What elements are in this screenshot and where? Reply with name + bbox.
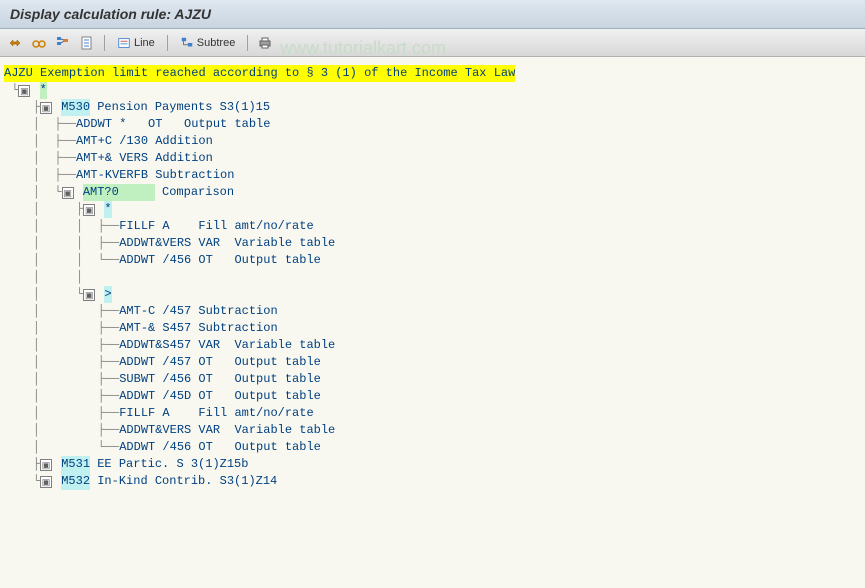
tree-node[interactable]: ├▣ M530 Pension Payments S3(1)15	[4, 99, 861, 116]
collapse-icon[interactable]: ▣	[18, 85, 30, 97]
leaf-text: ADDWT&VERS VAR Variable table	[119, 422, 335, 439]
tree-node[interactable]: │ ├▣ *	[4, 201, 861, 218]
tree-node[interactable]: ├▣ M531 EE Partic. S 3(1)Z15b	[4, 456, 861, 473]
tree-leaf[interactable]: │ ├──AMT+& VERS Addition	[4, 150, 861, 167]
node-text: In-Kind Contrib. S3(1)Z14	[90, 473, 277, 490]
node-code: M532	[61, 473, 90, 490]
tree-node[interactable]: └▣ *	[4, 82, 861, 99]
leaf-text: ADDWT /456 OT Output table	[119, 252, 321, 269]
doc-icon[interactable]	[78, 34, 96, 52]
separator	[104, 35, 105, 51]
node-text: Pension Payments S3(1)15	[90, 99, 270, 116]
subtree-button[interactable]: Subtree	[176, 35, 240, 51]
tree-leaf[interactable]: │ │ └──ADDWT /456 OT Output table	[4, 252, 861, 269]
leaf-text: ADDWT /456 OT Output table	[119, 439, 321, 456]
expand-icon[interactable]: ▣	[40, 476, 52, 488]
leaf-text: FILLF A Fill amt/no/rate	[119, 218, 313, 235]
glasses-icon[interactable]	[30, 34, 48, 52]
subtree-label: Subtree	[197, 37, 236, 49]
tree-leaf[interactable]: │ ├──AMT-& S457 Subtraction	[4, 320, 861, 337]
leaf-text: ADDWT * OT Output table	[76, 116, 270, 133]
tree-node[interactable]: │ └▣ >	[4, 286, 861, 303]
leaf-text: AMT-KVERFB Subtraction	[76, 167, 234, 184]
tree-icon[interactable]	[54, 34, 72, 52]
root-text: Exemption limit reached according to § 3…	[33, 65, 515, 82]
tree-content: AJZU Exemption limit reached according t…	[0, 57, 865, 588]
tree-leaf[interactable]: │ ├──SUBWT /456 OT Output table	[4, 371, 861, 388]
node-label: >	[104, 286, 111, 303]
tree-leaf[interactable]: │ ├──FILLF A Fill amt/no/rate	[4, 405, 861, 422]
tree-leaf[interactable]: │ └──ADDWT /456 OT Output table	[4, 439, 861, 456]
leaf-text: ADDWT /45D OT Output table	[119, 388, 321, 405]
collapse-icon[interactable]: ▣	[40, 102, 52, 114]
node-code: M531	[61, 456, 90, 473]
print-icon[interactable]	[256, 34, 274, 52]
node-text: EE Partic. S 3(1)Z15b	[90, 456, 248, 473]
node-code: M530	[61, 99, 90, 116]
page-title: Display calculation rule: AJZU	[10, 6, 211, 22]
tree-leaf[interactable]: │ ├──AMT-KVERFB Subtraction	[4, 167, 861, 184]
leaf-text: ADDWT&S457 VAR Variable table	[119, 337, 335, 354]
toolbar: Line Subtree	[0, 29, 865, 57]
leaf-text: AMT+C /130 Addition	[76, 133, 213, 150]
collapse-icon[interactable]: ▣	[62, 187, 74, 199]
leaf-text: AMT-& S457 Subtraction	[119, 320, 277, 337]
collapse-icon[interactable]: ▣	[83, 204, 95, 216]
tree-leaf[interactable]: │ ├──ADDWT /457 OT Output table	[4, 354, 861, 371]
tree-leaf[interactable]: │ ├──AMT+C /130 Addition	[4, 133, 861, 150]
node-label: *	[104, 201, 111, 218]
tree-leaf[interactable]: │ ├──ADDWT&S457 VAR Variable table	[4, 337, 861, 354]
tree-leaf[interactable]: │ │ ├──FILLF A Fill amt/no/rate	[4, 218, 861, 235]
leaf-text: ADDWT /457 OT Output table	[119, 354, 321, 371]
tree-spacer: │ │	[4, 269, 861, 286]
tree-leaf[interactable]: │ │ ├──ADDWT&VERS VAR Variable table	[4, 235, 861, 252]
tool-icon-1[interactable]	[6, 34, 24, 52]
separator	[247, 35, 248, 51]
root-code: AJZU	[4, 65, 33, 82]
collapse-icon[interactable]: ▣	[83, 289, 95, 301]
title-bar: Display calculation rule: AJZU	[0, 0, 865, 29]
line-button[interactable]: Line	[113, 35, 159, 51]
tree-node[interactable]: │ └▣ AMT?0 Comparison	[4, 184, 861, 201]
leaf-text: SUBWT /456 OT Output table	[119, 371, 321, 388]
node-label: *	[40, 82, 47, 99]
line-label: Line	[134, 37, 155, 49]
separator	[167, 35, 168, 51]
tree-leaf[interactable]: │ ├──AMT-C /457 Subtraction	[4, 303, 861, 320]
leaf-text: FILLF A Fill amt/no/rate	[119, 405, 313, 422]
tree-node[interactable]: └▣ M532 In-Kind Contrib. S3(1)Z14	[4, 473, 861, 490]
tree-leaf[interactable]: │ ├──ADDWT&VERS VAR Variable table	[4, 422, 861, 439]
leaf-text: AMT-C /457 Subtraction	[119, 303, 277, 320]
tree-leaf[interactable]: │ ├──ADDWT /45D OT Output table	[4, 388, 861, 405]
leaf-text: AMT+& VERS Addition	[76, 150, 213, 167]
expand-icon[interactable]: ▣	[40, 459, 52, 471]
leaf-text: ADDWT&VERS VAR Variable table	[119, 235, 335, 252]
node-text: Comparison	[155, 184, 234, 201]
tree-root[interactable]: AJZU Exemption limit reached according t…	[4, 65, 861, 82]
tree-leaf[interactable]: │ ├──ADDWT * OT Output table	[4, 116, 861, 133]
node-code: AMT?0	[83, 184, 155, 201]
